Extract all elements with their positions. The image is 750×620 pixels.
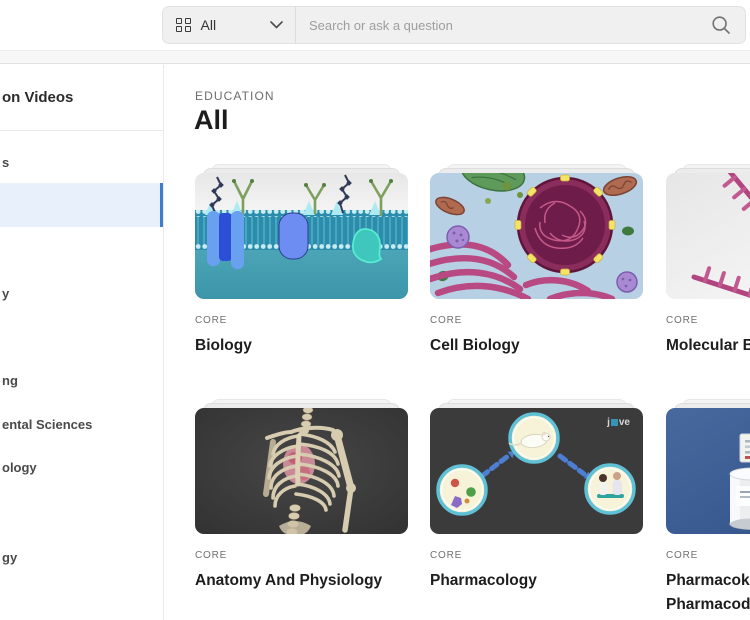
search-scope-label: All bbox=[201, 17, 217, 33]
category-grid-icon bbox=[176, 18, 191, 33]
sidebar: on Videos s y ng ental Sciences ology gy bbox=[0, 65, 164, 620]
card-badge: CORE bbox=[666, 550, 750, 561]
course-card-biology[interactable]: CORE Biology bbox=[195, 173, 408, 358]
sidebar-header: on Videos bbox=[2, 89, 73, 106]
sidebar-item[interactable]: ng bbox=[2, 373, 18, 388]
card-badge: CORE bbox=[195, 550, 408, 561]
sidebar-item[interactable]: s bbox=[2, 155, 9, 170]
course-card-pharmacology[interactable]: jve bbox=[430, 408, 643, 593]
search-icon[interactable] bbox=[711, 15, 731, 35]
card-title: Molecular Biology bbox=[666, 334, 750, 358]
card-title: Anatomy And Physiology bbox=[195, 569, 408, 593]
cell-interior-illustration bbox=[430, 173, 643, 299]
chevron-down-icon bbox=[270, 21, 283, 29]
sidebar-item[interactable]: gy bbox=[2, 550, 17, 565]
card-badge: CORE bbox=[666, 315, 750, 326]
card-title: Cell Biology bbox=[430, 334, 643, 358]
medication-containers-illustration bbox=[666, 408, 750, 534]
card-title: Biology bbox=[195, 334, 408, 358]
card-title: Pharmacology bbox=[430, 569, 643, 593]
divider bbox=[0, 130, 163, 131]
sidebar-item-selected[interactable] bbox=[0, 183, 163, 227]
sidebar-item[interactable]: y bbox=[2, 286, 9, 301]
course-card-molecular-biology[interactable]: CORE Molecular Biology bbox=[666, 173, 750, 358]
sidebar-item[interactable]: ental Sciences bbox=[2, 417, 92, 432]
card-badge: CORE bbox=[430, 315, 643, 326]
content-area: EDUCATION All bbox=[165, 65, 750, 620]
search-input[interactable] bbox=[296, 7, 711, 43]
cell-membrane-illustration bbox=[195, 173, 408, 299]
section-eyebrow: EDUCATION bbox=[195, 89, 275, 103]
pharmacology-pathway-illustration: jve bbox=[430, 408, 643, 534]
search-scope-dropdown[interactable]: All bbox=[163, 7, 295, 43]
card-badge: CORE bbox=[195, 315, 408, 326]
skeleton-torso-illustration bbox=[195, 408, 408, 534]
page-title: All bbox=[194, 105, 229, 136]
card-title: Pharmacokinetics And Pharmacodynamics bbox=[666, 569, 750, 617]
page-band bbox=[0, 50, 750, 64]
search-bar: All bbox=[162, 6, 746, 44]
dna-strands-illustration bbox=[666, 173, 750, 299]
course-card-anatomy-physiology[interactable]: CORE Anatomy And Physiology bbox=[195, 408, 408, 593]
course-card-pharmacokinetics[interactable]: CORE Pharmacokinetics And Pharmacodynami… bbox=[666, 408, 750, 617]
sidebar-item[interactable]: ology bbox=[2, 460, 37, 475]
jove-logo: jve bbox=[607, 417, 630, 428]
course-card-cell-biology[interactable]: CORE Cell Biology bbox=[430, 173, 643, 358]
card-badge: CORE bbox=[430, 550, 643, 561]
